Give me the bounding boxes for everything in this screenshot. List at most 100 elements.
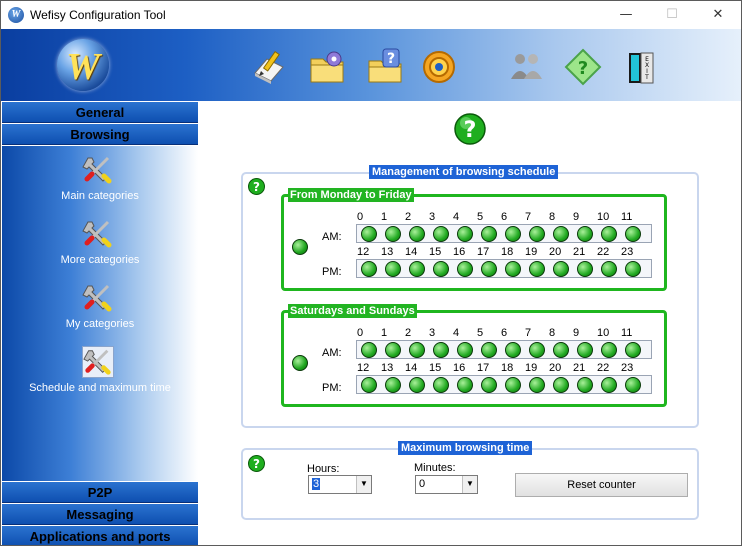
hour-number: 10 [597,327,610,339]
minutes-select[interactable]: 0 ▼ [415,475,478,494]
hour-toggle-5[interactable] [481,342,497,358]
category-main-categories[interactable]: Main categories [2,150,198,210]
hour-toggle-0[interactable] [361,226,377,242]
hour-toggle-2[interactable] [409,342,425,358]
hour-toggle-6[interactable] [505,226,521,242]
category-my-categories[interactable]: My categories [2,278,198,338]
hour-toggle-6[interactable] [505,342,521,358]
nav-general[interactable]: General [2,102,198,123]
hour-toggle-18[interactable] [505,377,521,393]
hour-toggle-18[interactable] [505,261,521,277]
tools-icon [82,346,114,378]
hour-toggle-12[interactable] [361,377,377,393]
hour-toggle-10[interactable] [601,226,617,242]
hour-toggle-13[interactable] [385,377,401,393]
hour-number: 6 [501,211,508,223]
hour-toggle-22[interactable] [601,377,617,393]
group-title: Management of browsing schedule [369,165,559,179]
hour-toggle-7[interactable] [529,342,545,358]
hour-toggle-4[interactable] [457,342,473,358]
hour-number: 1 [381,327,388,339]
chevron-down-icon[interactable]: ▼ [356,476,371,493]
hour-number: 23 [621,362,634,374]
hour-toggle-22[interactable] [601,261,617,277]
help-icon[interactable]: ? [248,178,265,195]
hour-toggle-15[interactable] [433,261,449,277]
nav-messaging[interactable]: Messaging [2,504,198,525]
hour-toggle-3[interactable] [433,342,449,358]
hour-number: 4 [453,327,460,339]
hour-toggle-19[interactable] [529,261,545,277]
hour-toggle-1[interactable] [385,226,401,242]
hour-toggle-5[interactable] [481,226,497,242]
hour-toggle-10[interactable] [601,342,617,358]
main-panel: ? Management of browsing schedule ? From… [200,101,741,545]
hour-toggle-23[interactable] [625,377,641,393]
pm-label: PM: [322,266,342,278]
hour-number: 0 [357,327,364,339]
category-schedule-and-maximum-time[interactable]: Schedule and maximum time [2,342,198,402]
settings-icon[interactable] [419,47,459,87]
edit-icon[interactable] [249,47,289,87]
hour-toggle-21[interactable] [577,261,593,277]
hour-toggle-20[interactable] [553,377,569,393]
hour-number: 18 [501,362,514,374]
folder-settings-icon[interactable] [307,47,347,87]
hour-toggle-16[interactable] [457,377,473,393]
folder-help-icon[interactable]: ? [365,47,405,87]
hour-toggle-16[interactable] [457,261,473,277]
hour-number: 22 [597,246,610,258]
reset-counter-button[interactable]: Reset counter [515,473,688,497]
minutes-value: 0 [419,478,426,490]
nav-p2p[interactable]: P2P [2,482,198,503]
hour-number: 17 [477,246,490,258]
hour-toggle-20[interactable] [553,261,569,277]
minimize-button[interactable]: — [603,1,649,29]
hours-label: Hours: [307,463,340,475]
hour-toggle-23[interactable] [625,261,641,277]
svg-text:?: ? [387,51,395,67]
users-icon[interactable] [506,47,546,87]
hour-numbers: 12 13 14 15 16 17 18 19 20 21 22 23 [356,362,656,374]
minutes-label: Minutes: [414,462,456,474]
hour-toggle-7[interactable] [529,226,545,242]
hours-select[interactable]: 3 ▼ [308,475,372,494]
hour-toggle-17[interactable] [481,261,497,277]
am-label: AM: [322,231,342,243]
hour-toggle-9[interactable] [577,342,593,358]
help-icon[interactable]: ? [248,455,265,472]
close-button[interactable]: ✕ [695,1,741,29]
nav-browsing[interactable]: Browsing [2,124,198,145]
hour-toggle-8[interactable] [553,226,569,242]
hour-toggle-0[interactable] [361,342,377,358]
nav-applications-and-ports[interactable]: Applications and ports [2,526,198,545]
hour-toggle-14[interactable] [409,261,425,277]
hour-toggle-11[interactable] [625,226,641,242]
help-icon[interactable]: ? [563,47,603,87]
hour-toggle-row [356,224,652,243]
hour-toggle-15[interactable] [433,377,449,393]
hour-toggle-9[interactable] [577,226,593,242]
hour-toggle-1[interactable] [385,342,401,358]
hour-toggle-3[interactable] [433,226,449,242]
maximize-button[interactable]: ☐ [649,1,695,29]
weekday-master-toggle[interactable] [292,239,308,255]
chevron-down-icon[interactable]: ▼ [462,476,477,493]
hour-toggle-11[interactable] [625,342,641,358]
hour-numbers: 12 13 14 15 16 17 18 19 20 21 22 23 [356,246,656,258]
category-more-categories[interactable]: More categories [2,214,198,274]
hour-number: 19 [525,362,538,374]
hour-toggle-4[interactable] [457,226,473,242]
hour-toggle-19[interactable] [529,377,545,393]
exit-icon[interactable]: EXIT [621,47,661,87]
hour-toggle-14[interactable] [409,377,425,393]
hour-toggle-8[interactable] [553,342,569,358]
hour-number: 15 [429,246,442,258]
hour-toggle-12[interactable] [361,261,377,277]
hour-toggle-13[interactable] [385,261,401,277]
help-icon[interactable]: ? [454,113,486,145]
weekend-master-toggle[interactable] [292,355,308,371]
hour-toggle-2[interactable] [409,226,425,242]
hour-toggle-21[interactable] [577,377,593,393]
hour-toggle-17[interactable] [481,377,497,393]
